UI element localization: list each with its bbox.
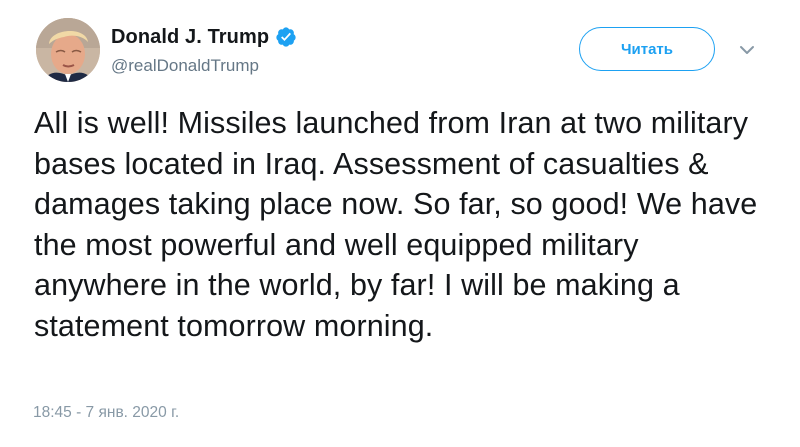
tweet-timestamp[interactable]: 18:45 - 7 янв. 2020 г. (33, 404, 179, 422)
tweet-text: All is well! Missiles launched from Iran… (34, 106, 758, 343)
author-name-row: Donald J. Trump (111, 24, 297, 50)
profile-photo-icon (36, 18, 100, 82)
author-handle[interactable]: @realDonaldTrump (111, 56, 297, 76)
avatar[interactable] (36, 18, 100, 82)
chevron-down-icon[interactable] (737, 40, 757, 60)
author-block: Donald J. Trump @realDonaldTrump (111, 24, 297, 76)
author-name[interactable]: Donald J. Trump (111, 26, 269, 49)
tweet-card: Donald J. Trump @realDonaldTrump Читать … (0, 0, 800, 447)
verified-badge-icon (275, 26, 297, 48)
follow-button[interactable]: Читать (579, 27, 715, 71)
